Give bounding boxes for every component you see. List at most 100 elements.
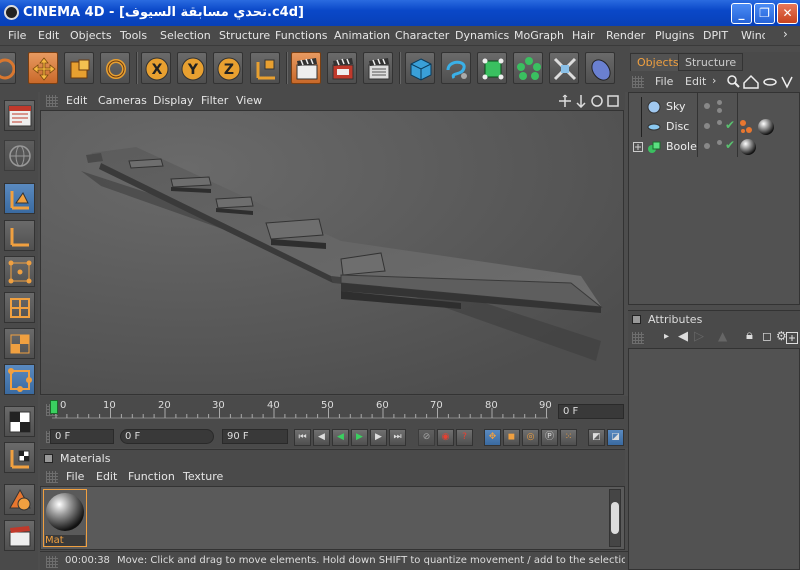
menu-hair[interactable]: Hair [572, 29, 595, 42]
keyframe-selection-button[interactable]: ? [456, 429, 473, 446]
render-visibility-dot[interactable] [717, 120, 722, 125]
render-active-view-button[interactable] [4, 520, 35, 551]
phong-tag-icon[interactable] [739, 119, 753, 135]
current-frame-marker[interactable] [50, 400, 58, 414]
live-selection-button[interactable] [0, 52, 16, 84]
menu-structure[interactable]: Structure [219, 29, 270, 42]
scale-tool-button[interactable] [64, 52, 94, 84]
enabled-check-icon[interactable]: ✔ [725, 138, 735, 152]
menu-selection[interactable]: Selection [160, 29, 211, 42]
attr-lock-icon[interactable]: 🔒︎ [746, 328, 753, 343]
key-parameter-button[interactable]: Ⓟ [541, 429, 558, 446]
attr-back-arrow-icon[interactable]: ◀ [678, 329, 688, 344]
materials-menu-file[interactable]: File [66, 470, 84, 483]
expand-plus-icon[interactable] [633, 142, 643, 152]
menu-window[interactable]: Wind [741, 29, 765, 42]
add-scene-button[interactable] [585, 52, 615, 84]
tab-structure[interactable]: Structure [678, 53, 744, 71]
texture-mode-button[interactable] [4, 406, 35, 437]
attr-forward-arrow-icon[interactable]: ▷ [694, 329, 704, 344]
menu-plugins[interactable]: Plugins [655, 29, 694, 42]
objects-menu-edit[interactable]: Edit [685, 75, 706, 88]
use-object-tool-button[interactable] [4, 183, 35, 214]
materials-grip-icon[interactable] [46, 471, 58, 483]
goto-end-button[interactable]: ⏭ [389, 429, 406, 446]
objects-toolbar-icons[interactable] [726, 74, 796, 90]
coordinate-system-button[interactable] [250, 52, 280, 84]
menu-functions[interactable]: Functions [275, 29, 328, 42]
attr-menu-arrow-icon[interactable]: ▸ [664, 331, 669, 342]
viewport-menu-view[interactable]: View [236, 94, 262, 107]
add-spline-button[interactable] [441, 52, 471, 84]
menu-tools[interactable]: Tools [120, 29, 147, 42]
objects-menu-more-arrow-icon[interactable]: › [712, 74, 716, 87]
attr-add-panel-icon[interactable] [786, 332, 798, 344]
object-row-sky[interactable]: Sky [629, 97, 799, 117]
material-tag-icon[interactable] [739, 138, 757, 156]
render-visibility-dot[interactable] [717, 140, 722, 145]
use-edges-tool-button[interactable] [4, 292, 35, 323]
viewport-nav-icons[interactable] [558, 94, 622, 108]
maximize-button[interactable]: ❐ [754, 3, 775, 24]
use-camera-mode-button[interactable] [4, 100, 35, 131]
menu-objects[interactable]: Objects [70, 29, 112, 42]
timeline-ruler[interactable]: 0 10 20 30 40 50 60 70 80 90 0 F [40, 396, 628, 426]
render-visibility-dot[interactable] [717, 100, 722, 105]
materials-menu-edit[interactable]: Edit [96, 470, 117, 483]
material-mat[interactable]: Mat [43, 489, 87, 547]
material-tag-icon[interactable] [757, 118, 775, 136]
materials-menu-texture[interactable]: Texture [183, 470, 223, 483]
add-nurbs-button[interactable] [477, 52, 507, 84]
menu-file[interactable]: File [8, 29, 26, 42]
menu-dpit[interactable]: DPIT [703, 29, 728, 42]
objects-menu-file[interactable]: File [655, 75, 673, 88]
scheme-button[interactable]: ◪ [607, 429, 624, 446]
attr-up-arrow-icon[interactable]: ▲ [718, 329, 727, 343]
texture-axis-button[interactable] [4, 442, 35, 473]
3d-viewport[interactable] [40, 110, 624, 395]
key-rotation-button[interactable]: ◎ [522, 429, 539, 446]
viewport-menu-display[interactable]: Display [153, 94, 194, 107]
viewport-menu-filter[interactable]: Filter [201, 94, 228, 107]
play-forward-button[interactable]: ▶ [351, 429, 368, 446]
materials-scrollbar[interactable] [609, 489, 621, 547]
play-backward-button[interactable]: ◀ [332, 429, 349, 446]
key-point-level-button[interactable]: ⁙ [560, 429, 577, 446]
prev-frame-button[interactable]: ◀ [313, 429, 330, 446]
axis-modify-button[interactable] [4, 364, 35, 395]
editor-visibility-dot[interactable] [704, 103, 710, 109]
use-points-tool-button[interactable] [4, 256, 35, 287]
panel-toggle-icon[interactable] [44, 454, 53, 463]
menu-overflow-arrow-icon[interactable]: › [783, 27, 788, 41]
object-row-boole[interactable]: Boole ✔ [629, 137, 799, 157]
rotate-tool-button[interactable] [100, 52, 130, 84]
objects-grip-icon[interactable] [632, 76, 644, 88]
key-scale-button[interactable]: ◼ [503, 429, 520, 446]
viewport-menu-edit[interactable]: Edit [66, 94, 87, 107]
minimize-button[interactable]: _ [731, 3, 752, 24]
move-tool-button[interactable] [28, 52, 58, 84]
menu-mograph[interactable]: MoGraph [514, 29, 564, 42]
viewport-menu-cameras[interactable]: Cameras [98, 94, 147, 107]
scrollbar-thumb[interactable] [611, 502, 619, 534]
render-view-button[interactable] [291, 52, 321, 84]
end-frame-field[interactable]: 90 F [222, 429, 288, 444]
add-deformer-button[interactable] [549, 52, 579, 84]
next-frame-button[interactable]: ▶ [370, 429, 387, 446]
x-axis-lock-button[interactable]: X [141, 52, 171, 84]
start-frame-field[interactable]: 0 F [50, 429, 114, 444]
editor-visibility-dot[interactable] [704, 123, 710, 129]
close-button[interactable]: ✕ [777, 3, 798, 24]
editor-visibility-dot[interactable] [704, 143, 710, 149]
use-polygons-tool-button[interactable] [4, 328, 35, 359]
menu-dynamics[interactable]: Dynamics [455, 29, 509, 42]
render-settings-button[interactable] [363, 52, 393, 84]
menu-animation[interactable]: Animation [334, 29, 390, 42]
record-keys-button[interactable]: ⊘ [418, 429, 435, 446]
panel-grip-icon[interactable] [46, 95, 58, 107]
y-axis-lock-button[interactable]: Y [177, 52, 207, 84]
menu-render[interactable]: Render [606, 29, 645, 42]
workplane-button[interactable] [4, 484, 35, 515]
goto-start-button[interactable]: ⏮ [294, 429, 311, 446]
z-axis-lock-button[interactable]: Z [213, 52, 243, 84]
